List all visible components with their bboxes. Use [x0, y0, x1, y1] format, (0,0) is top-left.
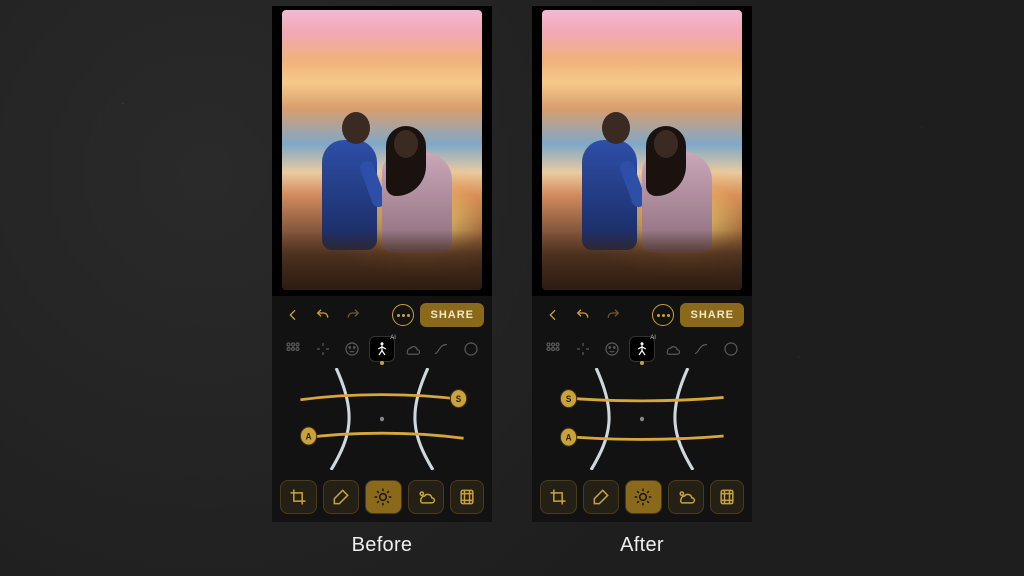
more-button[interactable] [390, 302, 416, 328]
share-button[interactable]: SHARE [420, 303, 484, 327]
tool-curve[interactable] [688, 336, 714, 362]
tab-crop[interactable] [280, 480, 317, 514]
body-curve-editor[interactable]: S A [540, 368, 744, 470]
undo-button[interactable] [570, 302, 596, 328]
selected-dot [380, 361, 384, 365]
tab-film[interactable] [710, 480, 744, 514]
tool-row: AI [272, 332, 492, 364]
top-bar: SHARE [272, 296, 492, 332]
tab-film[interactable] [450, 480, 484, 514]
top-bar: SHARE [532, 296, 752, 332]
bottom-bar [272, 474, 492, 522]
svg-text:S: S [456, 394, 462, 405]
back-button[interactable] [540, 302, 566, 328]
phone-frame-before: SHARE AI [272, 6, 492, 522]
edited-photo [542, 10, 742, 290]
tool-autofix[interactable] [280, 336, 306, 362]
tool-sparkle[interactable] [570, 336, 596, 362]
svg-text:A: A [306, 431, 312, 442]
comparison-stage: SHARE AI [0, 0, 1024, 557]
tab-erase[interactable] [583, 480, 620, 514]
tool-sparkle[interactable] [310, 336, 336, 362]
tool-sky[interactable] [659, 336, 685, 362]
before-column: SHARE AI [272, 6, 492, 557]
tab-light[interactable] [625, 480, 662, 514]
edited-photo [282, 10, 482, 290]
knob-a[interactable]: A [560, 428, 576, 446]
bottom-bar [532, 474, 752, 522]
tool-body-ai[interactable]: AI [629, 336, 655, 362]
redo-button[interactable] [600, 302, 626, 328]
photo-viewport [272, 6, 492, 296]
tab-color[interactable] [408, 480, 445, 514]
tool-sky[interactable] [399, 336, 425, 362]
knob-s[interactable]: S [450, 390, 466, 408]
knob-s[interactable]: S [560, 390, 576, 408]
tab-erase[interactable] [323, 480, 360, 514]
tab-crop[interactable] [540, 480, 577, 514]
share-button[interactable]: SHARE [680, 303, 744, 327]
tab-light[interactable] [365, 480, 402, 514]
more-button[interactable] [650, 302, 676, 328]
tool-curve[interactable] [428, 336, 454, 362]
after-label: After [620, 534, 664, 557]
editor-chrome: SHARE AI [272, 296, 492, 522]
svg-text:A: A [566, 432, 572, 443]
tool-face[interactable] [599, 336, 625, 362]
selected-dot [640, 361, 644, 365]
undo-button[interactable] [310, 302, 336, 328]
tool-vignette[interactable] [718, 336, 744, 362]
ai-badge: AI [650, 335, 656, 341]
tool-body-ai[interactable]: AI [369, 336, 395, 362]
tool-row: AI [532, 332, 752, 364]
tool-autofix[interactable] [540, 336, 566, 362]
before-label: Before [352, 534, 413, 557]
body-curve-editor[interactable]: S A [280, 368, 484, 470]
back-button[interactable] [280, 302, 306, 328]
svg-text:S: S [566, 394, 572, 405]
editor-chrome: SHARE AI [532, 296, 752, 522]
ai-badge: AI [390, 335, 396, 341]
phone-frame-after: SHARE AI [532, 6, 752, 522]
redo-button[interactable] [340, 302, 366, 328]
tool-vignette[interactable] [458, 336, 484, 362]
knob-a[interactable]: A [300, 427, 316, 445]
tool-face[interactable] [339, 336, 365, 362]
tab-color[interactable] [668, 480, 705, 514]
after-column: SHARE AI [532, 6, 752, 557]
photo-viewport [532, 6, 752, 296]
